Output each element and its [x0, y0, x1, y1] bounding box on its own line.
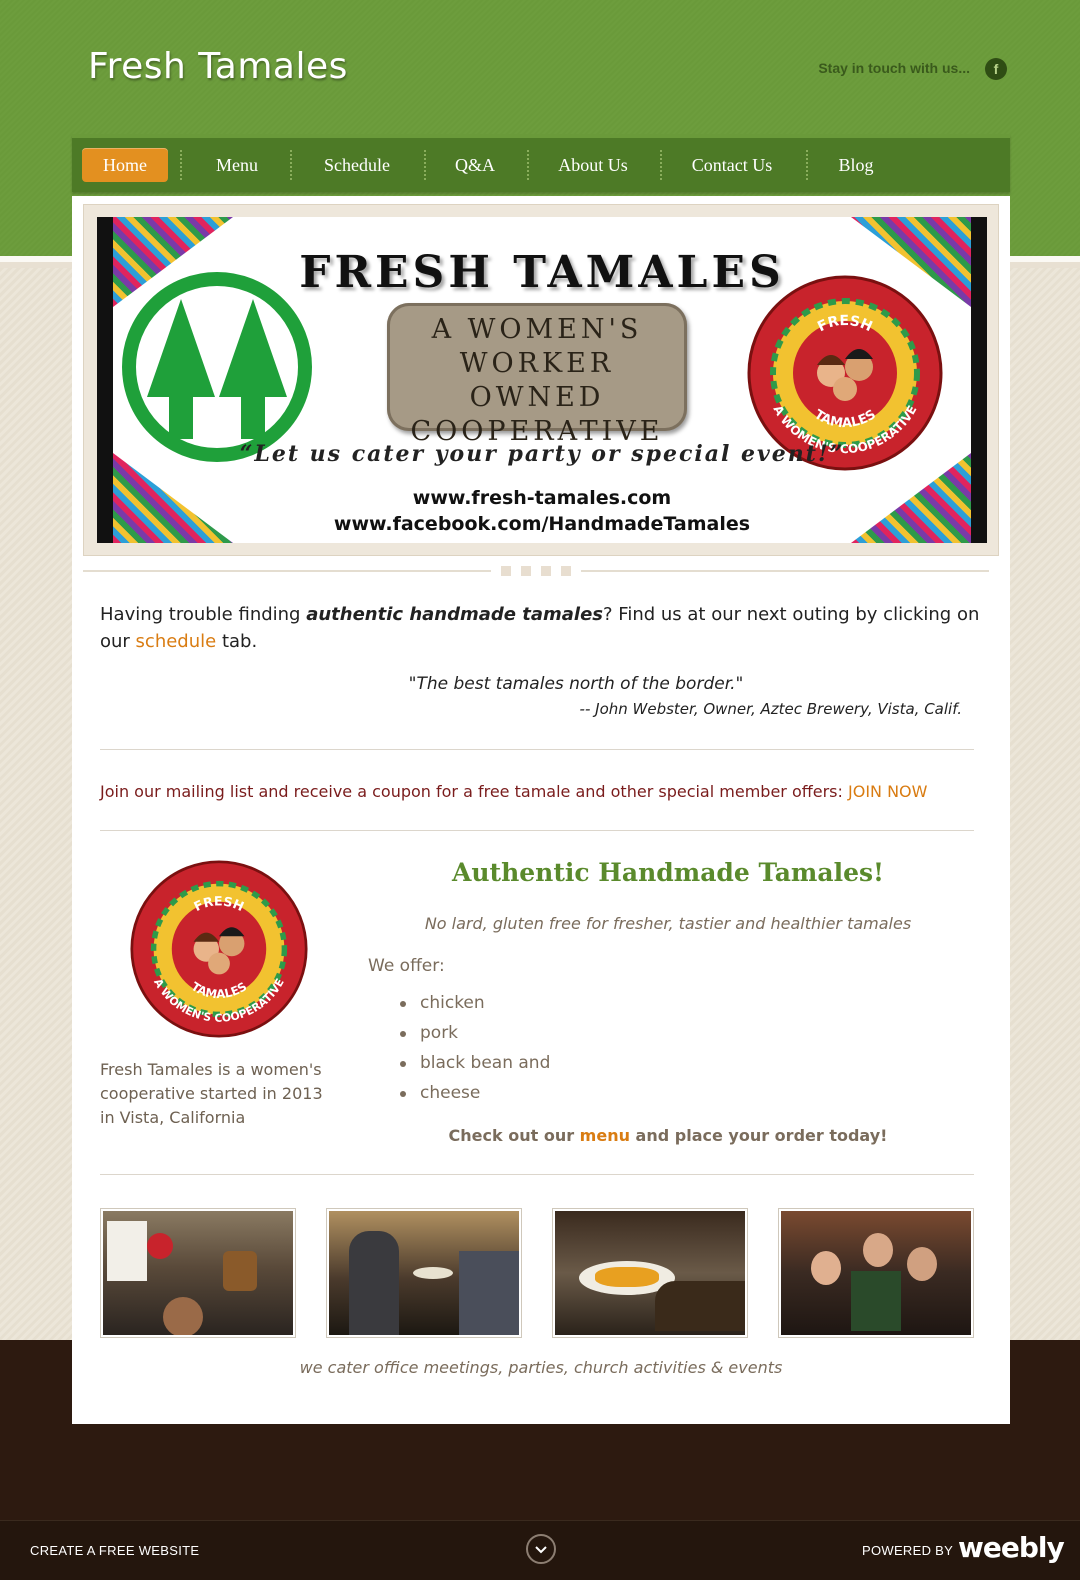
- powered-by-label: POWERED BY: [862, 1543, 954, 1558]
- nav-separator: [806, 150, 808, 180]
- nav-separator: [527, 150, 529, 180]
- gallery-photo[interactable]: [100, 1208, 296, 1338]
- banner-plaque: A WOMEN'S WORKER OWNED COOPERATIVE: [387, 303, 687, 447]
- divider: [83, 565, 989, 577]
- tree-logo-icon: [122, 272, 312, 462]
- section-subtitle: No lard, gluten free for fresher, tastie…: [424, 914, 912, 933]
- nav-item-contact-us[interactable]: Contact Us: [672, 148, 792, 182]
- nav-separator: [180, 150, 182, 180]
- list-item: chicken: [398, 988, 550, 1018]
- banner-url-website: www.fresh-tamales.com: [412, 487, 672, 509]
- gallery-photo[interactable]: [552, 1208, 748, 1338]
- nav-item-menu[interactable]: Menu: [192, 148, 282, 182]
- gallery-caption: we cater office meetings, parties, churc…: [299, 1358, 783, 1377]
- nav-item-schedule[interactable]: Schedule: [302, 148, 412, 182]
- coop-logo-icon: FRESH TAMALES A WOMEN'S COOPERATIVE: [130, 860, 308, 1038]
- nav-item-home[interactable]: Home: [82, 148, 168, 182]
- section-title: Authentic Handmade Tamales!: [451, 858, 885, 887]
- weebly-logo[interactable]: weebly: [958, 1531, 1065, 1564]
- create-website-link[interactable]: CREATE A FREE WEBSITE: [30, 1543, 199, 1558]
- main-nav: Home Menu Schedule Q&A About Us Contact …: [72, 134, 1010, 192]
- site-title[interactable]: Fresh Tamales: [88, 46, 348, 87]
- testimonial-attribution: -- John Webster, Owner, Aztec Brewery, V…: [579, 700, 962, 718]
- divider: [100, 749, 974, 750]
- content-panel: FRESH TAMALES A WOMEN'S WORKER OWNED COO…: [72, 196, 1010, 1424]
- gallery-photo[interactable]: [778, 1208, 974, 1338]
- banner-url-facebook: www.facebook.com/HandmadeTamales: [333, 513, 751, 535]
- divider: [100, 830, 974, 831]
- list-item: black bean and: [398, 1048, 550, 1078]
- schedule-link[interactable]: schedule: [136, 631, 217, 652]
- plaque-line: WORKER OWNED: [459, 348, 615, 413]
- nav-separator: [290, 150, 292, 180]
- social-text: Stay in touch with us...: [818, 60, 970, 76]
- nav-separator: [660, 150, 662, 180]
- divider: [100, 1174, 974, 1175]
- nav-item-about-us[interactable]: About Us: [540, 148, 646, 182]
- list-item: cheese: [398, 1078, 550, 1108]
- list-item: pork: [398, 1018, 550, 1048]
- plaque-line: A WOMEN'S: [431, 314, 643, 345]
- testimonial-quote: "The best tamales north of the border.": [408, 674, 744, 694]
- intro-paragraph: Having trouble finding authentic handmad…: [100, 604, 980, 652]
- order-cta: Check out our menu and place your order …: [448, 1126, 888, 1145]
- coop-description: Fresh Tamales is a women's cooperative s…: [100, 1060, 323, 1127]
- banner-frame: FRESH TAMALES A WOMEN'S WORKER OWNED COO…: [83, 204, 999, 556]
- nav-item-qa[interactable]: Q&A: [436, 148, 514, 182]
- banner-tagline: “Let us cater your party or special even…: [239, 441, 845, 467]
- nav-separator: [424, 150, 426, 180]
- chevron-down-icon[interactable]: [526, 1534, 556, 1564]
- mailing-list-text: Join our mailing list and receive a coup…: [100, 782, 928, 801]
- intro-emphasis: authentic handmade tamales: [306, 604, 603, 625]
- join-now-link[interactable]: JOIN NOW: [848, 782, 927, 801]
- menu-link[interactable]: menu: [580, 1126, 630, 1145]
- offer-list: chicken pork black bean and cheese: [398, 988, 550, 1108]
- gallery-photo[interactable]: [326, 1208, 522, 1338]
- nav-item-blog[interactable]: Blog: [818, 148, 894, 182]
- banner-image[interactable]: FRESH TAMALES A WOMEN'S WORKER OWNED COO…: [97, 217, 987, 543]
- testimonial: "The best tamales north of the border." …: [100, 674, 962, 718]
- offer-label: We offer:: [368, 956, 445, 976]
- facebook-icon[interactable]: f: [985, 58, 1007, 80]
- footer-bar: CREATE A FREE WEBSITE POWERED BY weebly: [0, 1520, 1080, 1580]
